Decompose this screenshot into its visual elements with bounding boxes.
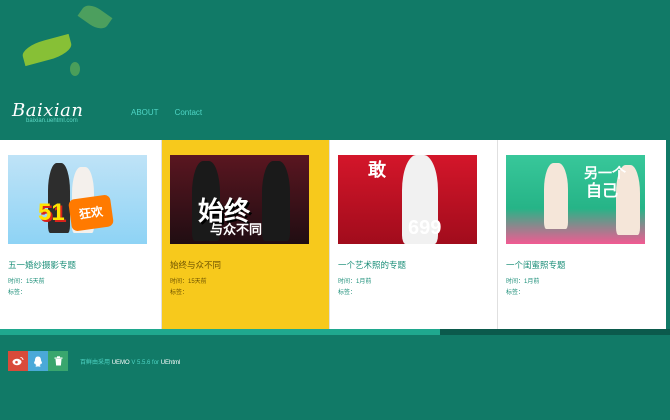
project-title[interactable]: 始终与众不同 xyxy=(170,259,221,271)
copyright-brand2-link[interactable]: UEhtml xyxy=(161,360,181,366)
project-tags: 标签： xyxy=(170,290,189,296)
qq-icon[interactable] xyxy=(28,351,48,371)
weibo-icon[interactable] xyxy=(8,351,28,371)
site-logo[interactable]: Baixian baixian.uehtml.com xyxy=(12,100,83,124)
project-time: 时间：15天前 xyxy=(170,279,207,285)
project-time: 时间：15天前 xyxy=(8,279,45,285)
project-tags: 标签： xyxy=(338,290,357,296)
promo-text: 51 xyxy=(38,199,65,226)
project-tags: 标签： xyxy=(506,290,525,296)
nav-about[interactable]: ABOUT xyxy=(131,108,159,117)
project-thumbnail[interactable]: 敢 699 xyxy=(338,155,477,244)
logo-subtext: baixian.uehtml.com xyxy=(26,118,78,124)
project-card[interactable]: 敢 699 一个艺术照的专题 时间：1月前 标签： xyxy=(330,140,498,329)
nav-contact[interactable]: Contact xyxy=(175,108,203,117)
project-time: 时间：1月前 xyxy=(338,279,372,285)
project-title[interactable]: 一个闺蜜照专题 xyxy=(506,259,566,271)
copyright-brand-link[interactable]: UEMO xyxy=(112,360,130,366)
copyright-version: V 5.5.6 for xyxy=(131,360,160,366)
copyright-text: 百鲜由采用 UEMO V 5.5.6 for UEhtml xyxy=(80,357,180,366)
project-title[interactable]: 一个艺术照的专题 xyxy=(338,259,406,271)
project-thumbnail[interactable]: 另一个 自己 xyxy=(506,155,645,244)
leaf-decoration xyxy=(20,33,74,67)
copyright-prefix: 百鲜由采用 xyxy=(80,360,111,366)
main-nav: ABOUT Contact xyxy=(131,108,202,117)
project-thumbnail[interactable]: 始终 与众不同 xyxy=(170,155,309,244)
project-card[interactable]: 始终 与众不同 始终与众不同 时间：15天前 标签： xyxy=(162,140,330,329)
footer: 百鲜由采用 UEMO V 5.5.6 for UEhtml xyxy=(0,335,670,420)
promo-subtext: 自己 xyxy=(586,183,619,200)
promo-subtext: 与众不同 xyxy=(210,222,263,237)
model-figure xyxy=(262,161,290,241)
trash-icon[interactable] xyxy=(48,351,68,371)
social-links xyxy=(8,351,68,371)
project-thumbnail[interactable]: 51 狂欢 xyxy=(8,155,147,244)
promo-price: 699 xyxy=(408,217,442,239)
project-card[interactable]: 51 狂欢 五一婚纱摄影专题 时间：15天前 标签： xyxy=(0,140,162,329)
promo-text: 敢 xyxy=(368,160,386,180)
project-time: 时间：1月前 xyxy=(506,279,540,285)
project-list: 51 狂欢 五一婚纱摄影专题 时间：15天前 标签： 始终 与众不同 始终与众不… xyxy=(0,140,670,329)
leaf-decoration xyxy=(70,62,80,76)
project-title[interactable]: 五一婚纱摄影专题 xyxy=(8,259,76,271)
promo-badge: 狂欢 xyxy=(67,194,115,232)
leaf-decoration xyxy=(77,1,113,33)
model-figure xyxy=(544,163,568,229)
project-tags: 标签： xyxy=(8,290,27,296)
project-card[interactable]: 另一个 自己 一个闺蜜照专题 时间：1月前 标签： xyxy=(498,140,666,329)
